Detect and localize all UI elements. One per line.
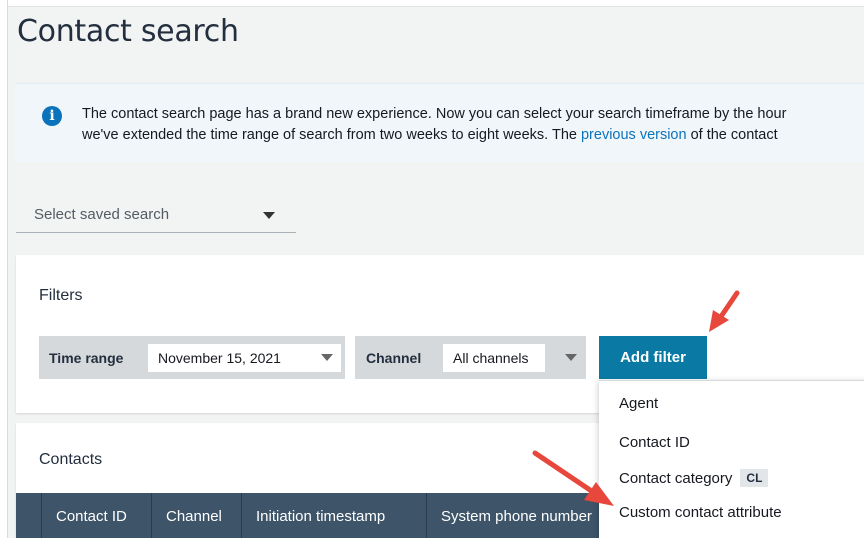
chevron-down-icon [263,212,275,219]
contacts-table-header: Contact ID Channel Initiation timestamp … [16,493,600,538]
info-banner-line-1: The contact search page has a brand new … [82,106,787,122]
column-header-initiation-timestamp[interactable]: Initiation timestamp [241,493,426,538]
contact-search-page: Contact search i The contact search page… [0,0,864,538]
contacts-title: Contacts [39,451,103,468]
time-range-filter[interactable]: Time range November 15, 2021 [39,336,345,379]
menu-item-custom-contact-attribute[interactable]: Custom contact attribute [619,504,782,521]
menu-item-contact-category-label: Contact category [619,470,733,487]
page-title: Contact search [17,14,239,49]
chevron-down-icon[interactable] [565,354,577,361]
contact-lens-badge: CL [740,469,769,487]
saved-search-placeholder: Select saved search [34,206,170,223]
menu-item-contact-id[interactable]: Contact ID [619,434,690,451]
info-banner-line-2: we've extended the time range of search … [82,125,864,146]
window-top-border [0,0,864,7]
previous-version-link[interactable]: previous version [581,127,687,143]
time-range-value[interactable]: November 15, 2021 [148,344,341,372]
info-banner-text: The contact search page has a brand new … [82,104,864,146]
chevron-down-icon[interactable] [321,354,333,361]
time-range-label: Time range [49,350,124,366]
column-header-leading [16,493,41,538]
annotation-arrow-icon [532,450,614,506]
channel-label: Channel [366,350,422,366]
column-header-contact-id[interactable]: Contact ID [41,493,151,538]
column-header-channel[interactable]: Channel [151,493,241,538]
info-banner-line-2-before: we've extended the time range of search … [82,127,581,143]
annotation-arrow-icon [709,290,740,332]
menu-item-contact-category[interactable]: Contact category CL [619,469,769,487]
window-left-border [0,0,8,538]
channel-filter[interactable]: Channel All channels [355,336,586,379]
info-banner-line-2-after: of the contact [686,127,778,143]
filters-title: Filters [39,287,83,304]
add-filter-button[interactable]: Add filter [599,336,707,379]
add-filter-menu: Agent Contact ID Contact category CL Cust… [599,380,864,538]
saved-search-select[interactable]: Select saved search [16,200,296,233]
info-icon: i [42,106,62,126]
menu-item-agent[interactable]: Agent [619,395,658,412]
channel-value[interactable]: All channels [443,344,545,372]
